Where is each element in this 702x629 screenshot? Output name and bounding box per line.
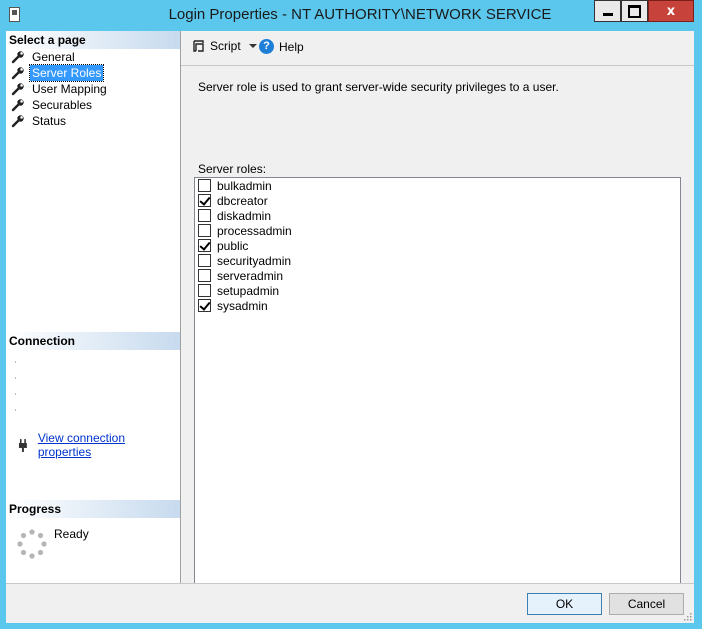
page-item-securables[interactable]: Securables [11, 97, 109, 113]
role-row-setupadmin[interactable]: setupadmin [195, 283, 680, 298]
role-checkbox[interactable] [198, 299, 211, 312]
cancel-button[interactable]: Cancel [609, 593, 684, 615]
connection-info-placeholder [15, 361, 19, 421]
minimize-button[interactable] [594, 0, 621, 22]
role-checkbox[interactable] [198, 209, 211, 222]
role-label: public [217, 238, 249, 253]
progress-spinner-icon [17, 529, 47, 559]
dialog-client-area: Select a page General Server Roles User … [6, 31, 694, 623]
role-checkbox[interactable] [198, 239, 211, 252]
progress-header: Progress [6, 500, 180, 518]
role-checkbox[interactable] [198, 284, 211, 297]
script-button[interactable]: Script [191, 39, 257, 53]
page-item-general[interactable]: General [11, 49, 109, 65]
help-button[interactable]: ? Help [259, 39, 304, 54]
close-button[interactable]: x [648, 0, 694, 22]
role-row-diskadmin[interactable]: diskadmin [195, 208, 680, 223]
role-checkbox[interactable] [198, 254, 211, 267]
toolbar: Script ? Help [181, 31, 694, 66]
ok-button[interactable]: OK [527, 593, 602, 615]
page-item-label: User Mapping [32, 82, 107, 96]
script-icon [193, 40, 204, 52]
role-label: sysadmin [217, 298, 268, 313]
page-item-status[interactable]: Status [11, 113, 109, 129]
page-item-label: General [32, 50, 75, 64]
wrench-icon [11, 115, 24, 128]
page-item-server-roles[interactable]: Server Roles [11, 64, 109, 82]
chevron-down-icon[interactable] [248, 44, 257, 48]
maximize-button[interactable] [621, 0, 648, 22]
role-label: diskadmin [217, 208, 272, 223]
page-item-user-mapping[interactable]: User Mapping [11, 81, 109, 97]
server-roles-label: Server roles: [198, 162, 267, 176]
wrench-icon [11, 99, 24, 112]
help-label: Help [279, 39, 304, 54]
wrench-icon [11, 83, 24, 96]
role-label: serveradmin [217, 268, 284, 283]
role-checkbox[interactable] [198, 224, 211, 237]
wrench-icon [11, 51, 24, 64]
role-checkbox[interactable] [198, 179, 211, 192]
role-row-bulkadmin[interactable]: bulkadmin [195, 178, 680, 193]
help-icon: ? [259, 39, 274, 54]
role-label: setupadmin [217, 283, 280, 298]
role-row-sysadmin[interactable]: sysadmin [195, 298, 680, 313]
title-bar[interactable]: Login Properties - NT AUTHORITY\NETWORK … [0, 0, 702, 32]
login-properties-window: Login Properties - NT AUTHORITY\NETWORK … [0, 0, 702, 629]
page-item-label: Server Roles [28, 64, 105, 82]
role-label: securityadmin [217, 253, 292, 268]
plug-icon [18, 439, 27, 452]
role-row-serveradmin[interactable]: serveradmin [195, 268, 680, 283]
script-label: Script [210, 39, 241, 53]
page-description: Server role is used to grant server-wide… [198, 80, 559, 94]
dialog-footer: OK Cancel [6, 583, 694, 623]
wrench-icon [11, 67, 24, 80]
role-label: dbcreator [217, 193, 268, 208]
role-row-dbcreator[interactable]: dbcreator [195, 193, 680, 208]
role-checkbox[interactable] [198, 194, 211, 207]
role-row-public[interactable]: public [195, 238, 680, 253]
server-roles-list[interactable]: bulkadmin dbcreator diskadmin processadm… [194, 177, 681, 585]
connection-link-row: View connection properties [16, 431, 180, 459]
select-page-header: Select a page [6, 31, 180, 49]
role-label: processadmin [217, 223, 292, 238]
page-list: General Server Roles User Mapping Secura… [11, 49, 109, 129]
role-label: bulkadmin [217, 178, 272, 193]
role-row-processadmin[interactable]: processadmin [195, 223, 680, 238]
server-roles-page: Server role is used to grant server-wide… [181, 66, 694, 585]
view-connection-properties-link[interactable]: View connection properties [38, 431, 180, 459]
minimize-icon [602, 12, 613, 16]
role-row-securityadmin[interactable]: securityadmin [195, 253, 680, 268]
resize-grip-icon[interactable] [684, 613, 692, 621]
page-item-label: Status [32, 114, 67, 128]
maximize-icon [628, 4, 641, 18]
connection-header: Connection [6, 332, 180, 350]
page-item-label: Securables [32, 98, 93, 112]
progress-status: Ready [54, 527, 89, 541]
left-pane: Select a page General Server Roles User … [6, 31, 181, 583]
close-icon: x [666, 3, 676, 19]
role-checkbox[interactable] [198, 269, 211, 282]
